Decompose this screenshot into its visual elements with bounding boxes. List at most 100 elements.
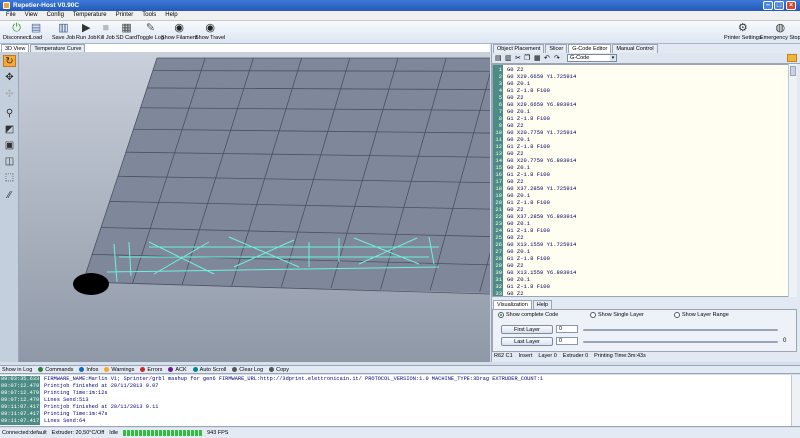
gcode-line[interactable]: 24 G1 Z-1.8 F100 [493,227,550,234]
log-scrollbar[interactable] [791,375,800,426]
menu-view[interactable]: View [25,12,38,20]
disconnect-button[interactable]: ⏻ Disconnect [3,22,30,41]
kill-job-button[interactable]: ■ Kill Job [97,22,115,41]
gcode-selector[interactable]: G-Code ▾ [567,54,617,62]
gcode-line[interactable]: 1 G0 Z2 [493,66,524,73]
gcode-line[interactable]: 12 G1 Z-1.8 F100 [493,143,550,150]
menu-printer[interactable]: Printer [116,12,134,20]
gcode-line[interactable]: 10 G0 X20.7759 Y1.725914 [493,129,576,136]
show-filament-button[interactable]: ◉ Show Filament [161,22,197,41]
3d-viewport[interactable] [19,52,640,362]
log-toggle-clear-log[interactable]: Clear Log [232,367,263,373]
view-front-icon[interactable]: ▣ [3,140,16,152]
gcode-line[interactable]: 7 G0 Z0.1 [493,108,530,115]
last-layer-input[interactable]: 0 [556,337,578,345]
gcode-line[interactable]: 15 G0 Z0.1 [493,164,530,171]
gcode-line[interactable]: 21 G0 Z2 [493,206,523,213]
gcode-line[interactable]: 32 G1 Z-1.8 F100 [493,283,550,290]
gcode-line[interactable]: 18 G0 X37.2859 Y1.725914 [493,185,576,192]
radio-show-range[interactable]: Show Layer Range [674,312,729,318]
cut-icon[interactable]: ✂ [515,54,521,62]
gcode-line[interactable]: 3 G0 Z0.1 [493,80,530,87]
menu-config[interactable]: Config [47,12,64,20]
gcode-line[interactable]: 8 G1 Z-1.8 F100 [493,115,550,122]
rotate-icon[interactable]: ↻ [3,55,16,67]
menu-tools[interactable]: Tools [142,12,156,20]
printer-settings-button[interactable]: ⚙ Printer Settings [724,22,762,41]
menu-help[interactable]: Help [165,12,177,20]
3d-scene[interactable] [19,52,640,362]
last-layer-button[interactable]: Last Layer [501,337,553,346]
first-layer-button[interactable]: First Layer [501,325,553,334]
sd-card-button[interactable]: ▦ SD Card [116,22,137,41]
scroll-thumb[interactable] [790,66,796,76]
options-icon[interactable] [787,54,797,62]
radio-show-complete[interactable]: Show complete Code [498,312,558,318]
show-travel-button[interactable]: ◉ Show Travel [195,22,225,41]
maximize-button[interactable]: □ [774,1,784,10]
gcode-line[interactable]: 33 G0 Z2 [493,290,523,296]
load-button[interactable]: ▤ Load [30,22,42,41]
parallel-projection-icon[interactable]: ∕∕ [3,190,16,202]
move-object-icon[interactable]: ✣ [3,89,16,101]
tab-slicer[interactable]: Slicer [545,44,568,53]
gcode-line[interactable]: 4 G1 Z-1.8 F100 [493,87,550,94]
log-toggle-auto-scroll[interactable]: Auto Scroll [192,367,226,373]
gcode-line[interactable]: 5 G0 Z2 [493,94,524,101]
tab-visualization[interactable]: Visualization [493,300,532,309]
run-job-button[interactable]: ▶ Run Job [76,22,97,41]
gcode-scrollbar[interactable] [788,64,797,297]
move-icon[interactable]: ✥ [3,72,16,84]
tab-help[interactable]: Help [532,300,553,309]
gcode-line[interactable]: 29 G0 Z2 [493,262,523,269]
gcode-line[interactable]: 23 G0 Z0.1 [493,220,530,227]
tab-manual-control[interactable]: Manual Control [612,44,658,53]
radio-show-single[interactable]: Show Single Layer [590,312,644,318]
zoom-icon[interactable]: ⚲ [3,108,16,120]
undo-icon[interactable]: ↶ [544,54,550,62]
last-layer-slider[interactable] [583,341,778,343]
gcode-line[interactable]: 30 G0 X13.1559 Y6.803914 [493,269,576,276]
gcode-line[interactable]: 27 G0 Z0.1 [493,248,530,255]
close-button[interactable]: × [786,1,796,10]
gcode-editor[interactable]: 1 G0 Z2 2 G0 X29.6659 Y1.725914 3 G0 Z0.1 4 G1 … [492,64,797,297]
gcode-line[interactable]: 20 G1 Z-1.8 F100 [493,199,550,206]
save-icon[interactable]: ▥ [505,54,512,62]
emergency-stop-button[interactable]: ◍ Emergency Stop [760,22,800,41]
gcode-line[interactable]: 6 G0 X29.6659 Y6.803914 [493,101,577,108]
save-job-button[interactable]: ▥ Save Job [52,22,75,41]
first-layer-slider[interactable] [583,329,778,331]
paste-icon[interactable]: ▦ [534,54,541,62]
copy-icon[interactable]: ❐ [524,54,530,62]
redo-icon[interactable]: ↷ [554,54,560,62]
log-panel[interactable]: 09:03:35.633 FIRMWARE_NAME:Marlin V1; Spr… [0,375,800,427]
gcode-line[interactable]: 2 G0 X29.6659 Y1.725914 [493,73,577,80]
view-side-icon[interactable]: ⬚ [3,172,16,184]
gcode-line[interactable]: 14 G0 X20.7759 Y6.803914 [493,157,576,164]
log-toggle-copy[interactable]: Copy [269,367,289,373]
log-toggle-commands[interactable]: Commands [38,367,73,373]
gcode-line[interactable]: 16 G1 Z-1.8 F100 [493,171,550,178]
gcode-line[interactable]: 31 G0 Z0.1 [493,276,530,283]
gcode-line[interactable]: 13 G0 Z2 [493,150,523,157]
open-icon[interactable]: ▤ [495,54,502,62]
gcode-line[interactable]: 17 G0 Z2 [493,178,523,185]
toggle-log-button[interactable]: ✎ Toggle Log [137,22,164,41]
log-toggle-ack[interactable]: ACK [168,367,187,373]
gcode-line[interactable]: 26 G0 X13.1559 Y1.725914 [493,241,576,248]
view-iso-icon[interactable]: ◩ [3,124,16,136]
view-top-icon[interactable]: ◫ [3,156,16,168]
gcode-line[interactable]: 25 G0 Z2 [493,234,523,241]
menu-temperature[interactable]: Temperature [73,12,107,20]
log-toggle-warnings[interactable]: Warnings [104,367,134,373]
minimize-button[interactable]: – [763,1,773,10]
gcode-line[interactable]: 28 G1 Z-1.8 F100 [493,255,550,262]
gcode-line[interactable]: 22 G0 X37.2859 Y6.803914 [493,213,576,220]
log-toggle-errors[interactable]: Errors [140,367,162,373]
first-layer-input[interactable]: 0 [556,325,578,333]
gcode-line[interactable]: 19 G0 Z0.1 [493,192,530,199]
log-toggle-infos[interactable]: Infos [79,367,98,373]
gcode-line[interactable]: 11 G0 Z0.1 [493,136,530,143]
tab-g-code-editor[interactable]: G-Code Editor [568,44,612,53]
menu-file[interactable]: File [6,12,16,20]
